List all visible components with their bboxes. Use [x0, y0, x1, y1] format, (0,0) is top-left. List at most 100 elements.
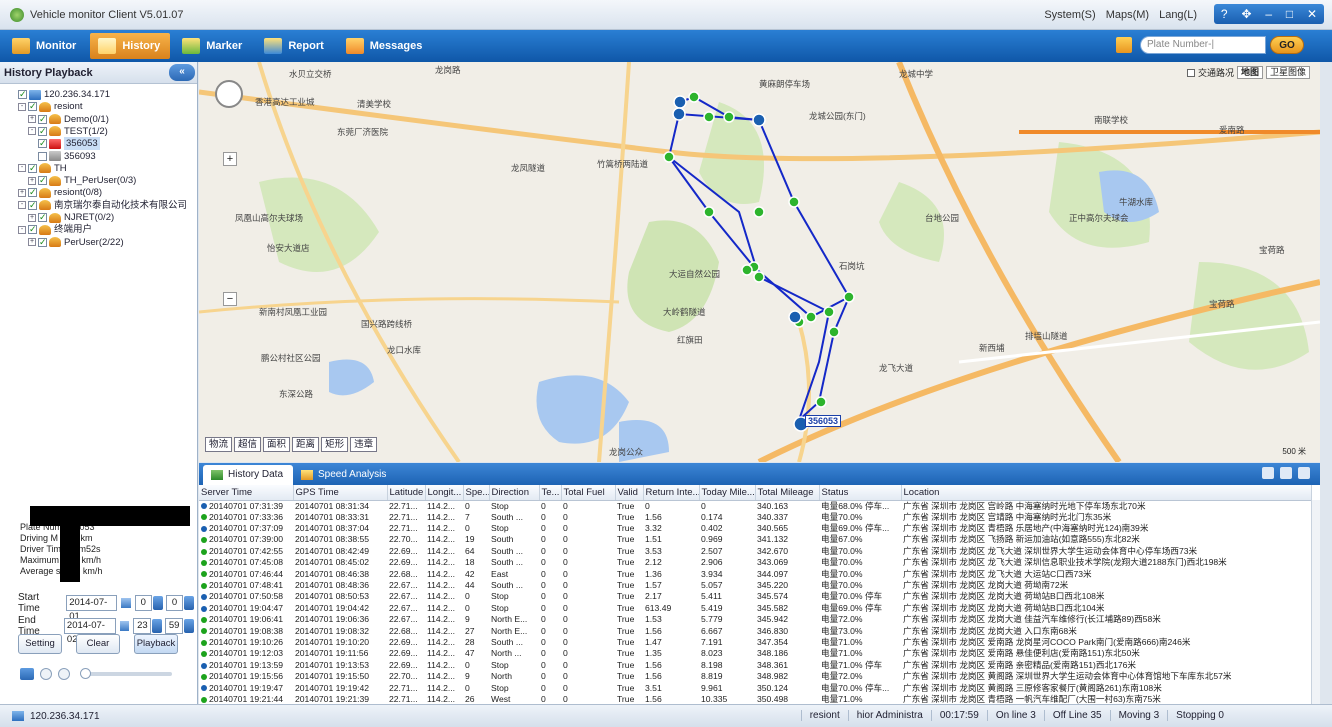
help-icon[interactable]: ? — [1221, 7, 1228, 21]
column-header[interactable]: Te... — [539, 485, 562, 501]
vehicle-marker-label[interactable]: 356053 — [805, 415, 842, 427]
tree-node[interactable]: + TH_PerUser(0/3) — [28, 174, 136, 187]
tree-checkbox[interactable] — [28, 186, 37, 199]
table-row[interactable]: 20140701 07:39:00 20140701 08:38:55 22.70.… — [199, 534, 1311, 545]
table-row[interactable]: 20140701 19:21:44 20140701 19:21:39 22.71.… — [199, 694, 1311, 704]
grid-scrollbar[interactable] — [1311, 500, 1320, 704]
stop-point[interactable] — [752, 113, 766, 127]
table-row[interactable]: 20140701 19:15:56 20140701 19:15:50 22.70.… — [199, 671, 1311, 682]
map-view[interactable]: + − 水贝立交桥 香港高达工业城 清美学校 东莞厂济医院 龙岗路 龙凤隧道 竹… — [199, 62, 1320, 462]
map-pan-control[interactable] — [215, 80, 243, 108]
tree-checkbox[interactable] — [18, 88, 27, 101]
export-icon[interactable] — [1262, 467, 1274, 479]
menu-maps[interactable]: Maps(M) — [1106, 9, 1149, 21]
minimize-icon[interactable]: – — [1265, 7, 1272, 21]
tree-node[interactable]: 356093 — [38, 150, 96, 163]
link-icon[interactable] — [1298, 467, 1310, 479]
column-header[interactable]: Return Inte... — [643, 485, 700, 501]
tree-checkbox[interactable] — [38, 137, 47, 150]
column-header[interactable]: Spe... — [463, 485, 490, 501]
tree-checkbox[interactable] — [38, 174, 47, 187]
tree-node[interactable]: - 终端用户 — [18, 223, 92, 236]
map-tool-overspeed[interactable]: 超信 — [234, 437, 262, 452]
start-date-input[interactable]: 2014-07-01 — [66, 595, 117, 622]
clear-button[interactable]: Clear — [76, 634, 120, 654]
stop-point[interactable] — [673, 95, 687, 109]
map-tool-rectangle[interactable]: 矩形 — [321, 437, 349, 452]
end-hour-input[interactable]: 23 — [133, 618, 152, 634]
close-icon[interactable]: ✕ — [1307, 7, 1317, 21]
expand-toggle-icon[interactable]: + — [28, 115, 36, 124]
move-icon[interactable]: ✥ — [1241, 7, 1251, 21]
table-row[interactable]: 20140701 19:10:26 20140701 19:10:20 22.69.… — [199, 637, 1311, 648]
table-row[interactable]: 20140701 19:19:47 20140701 19:19:42 22.71.… — [199, 682, 1311, 693]
tree-checkbox[interactable] — [38, 236, 47, 249]
pause-icon[interactable] — [58, 668, 70, 680]
end-minute-spinner[interactable] — [184, 619, 195, 633]
start-hour-input[interactable]: 0 — [134, 595, 153, 611]
end-hour-spinner[interactable] — [152, 619, 163, 633]
track-point[interactable] — [703, 206, 715, 218]
expand-toggle-icon[interactable]: - — [18, 164, 26, 173]
tab-speed-analysis[interactable]: Speed Analysis — [293, 465, 396, 485]
tree-node[interactable]: - 南京瑞尔泰自动化技术有限公司 — [18, 199, 187, 212]
playback-speed-slider[interactable] — [80, 668, 172, 679]
track-point[interactable] — [723, 111, 735, 123]
start-minute-input[interactable]: 0 — [165, 595, 184, 611]
table-row[interactable]: 20140701 19:12:03 20140701 19:11:56 22.69.… — [199, 648, 1311, 659]
table-row[interactable]: 20140701 07:37:09 20140701 08:37:04 22.71.… — [199, 523, 1311, 534]
map-tool-violation[interactable]: 违章 — [350, 437, 378, 452]
track-point[interactable] — [753, 206, 765, 218]
zoom-out-button[interactable]: − — [223, 292, 237, 306]
expand-toggle-icon[interactable]: - — [28, 127, 36, 136]
end-minute-input[interactable]: 59 — [165, 618, 184, 634]
tree-checkbox[interactable] — [28, 199, 37, 212]
track-point[interactable] — [663, 151, 675, 163]
map-type-map[interactable]: 地图 — [1236, 66, 1263, 79]
tree-node[interactable]: - TEST(1/2) — [28, 125, 108, 138]
track-point[interactable] — [815, 396, 827, 408]
start-minute-spinner[interactable] — [184, 596, 194, 610]
zoom-in-button[interactable]: + — [223, 152, 237, 166]
column-header[interactable]: Total Mileage — [755, 485, 820, 501]
calendar-icon[interactable] — [120, 598, 131, 608]
camera-icon[interactable] — [20, 668, 34, 680]
table-row[interactable]: 20140701 19:04:47 20140701 19:04:42 22.67.… — [199, 603, 1311, 614]
table-row[interactable]: 20140701 19:06:41 20140701 19:06:36 22.67.… — [199, 614, 1311, 625]
calendar-icon[interactable] — [119, 621, 130, 631]
tree-node[interactable]: + NJRET(0/2) — [28, 211, 114, 224]
tab-history-data[interactable]: History Data — [203, 465, 294, 485]
plate-number-input[interactable]: Plate Number-| — [1140, 36, 1266, 54]
toolbar-monitor-button[interactable]: Monitor — [4, 33, 86, 59]
map-tool-distance[interactable]: 距离 — [292, 437, 320, 452]
toolbar-messages-button[interactable]: Messages — [338, 33, 433, 59]
menu-system[interactable]: System(S) — [1044, 9, 1095, 21]
tree-checkbox[interactable] — [28, 100, 37, 113]
start-hour-spinner[interactable] — [153, 596, 163, 610]
track-point[interactable] — [753, 271, 765, 283]
tree-node[interactable]: - TH — [18, 162, 67, 175]
column-header[interactable]: Today Mile... — [699, 485, 756, 501]
table-row[interactable]: 20140701 07:42:55 20140701 08:42:49 22.69.… — [199, 546, 1311, 557]
track-point[interactable] — [823, 306, 835, 318]
table-row[interactable]: 20140701 07:46:44 20140701 08:46:38 22.68.… — [199, 568, 1311, 579]
map-type-satellite[interactable]: 卫星图像 — [1265, 66, 1310, 79]
tree-node[interactable]: 120.236.34.171 — [18, 88, 110, 101]
track-point[interactable] — [741, 264, 753, 276]
tree-checkbox[interactable] — [28, 223, 37, 236]
column-header[interactable]: Server Time — [199, 485, 294, 501]
track-point[interactable] — [688, 91, 700, 103]
tree-checkbox[interactable] — [38, 151, 47, 161]
tree-node[interactable]: + Demo(0/1) — [28, 113, 109, 126]
table-row[interactable]: 20140701 07:45:08 20140701 08:45:02 22.69.… — [199, 557, 1311, 568]
column-header[interactable]: Direction — [489, 485, 540, 501]
stop-point[interactable] — [788, 310, 802, 324]
column-header[interactable]: Longit... — [425, 485, 464, 501]
toolbar-marker-button[interactable]: Marker — [174, 33, 252, 59]
expand-toggle-icon[interactable]: - — [18, 225, 26, 234]
column-header[interactable]: Latitude — [387, 485, 426, 501]
slider-knob[interactable] — [80, 668, 91, 679]
tree-node[interactable]: + resiont(0/8) — [18, 186, 102, 199]
column-header[interactable]: Total Fuel — [561, 485, 616, 501]
setting-button[interactable]: Setting — [18, 634, 62, 654]
